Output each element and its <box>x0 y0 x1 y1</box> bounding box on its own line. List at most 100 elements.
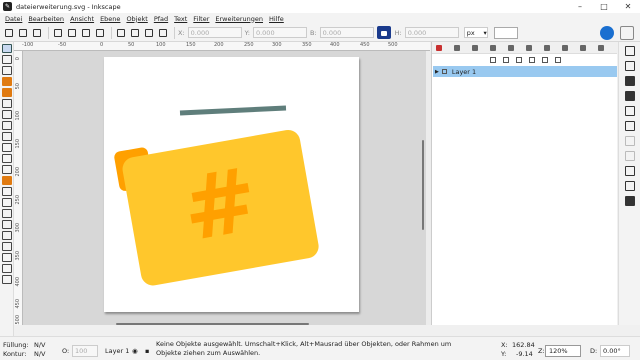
menu-layer[interactable]: Ebene <box>100 15 120 23</box>
tab-document-icon[interactable] <box>544 44 550 51</box>
spray-tool-icon[interactable] <box>1 242 12 251</box>
pencil-tool-icon[interactable] <box>1 143 12 152</box>
select-all-icon[interactable] <box>3 27 15 39</box>
ruler-tick: 250 <box>244 42 254 48</box>
expand-arrow-icon[interactable]: ▶ <box>435 69 439 75</box>
tab-layers-icon[interactable] <box>436 44 442 51</box>
menu-filters[interactable]: Filter <box>193 15 209 23</box>
canvas-area[interactable]: # <box>23 51 426 325</box>
cut-icon[interactable] <box>624 181 635 191</box>
paint-bucket-tool-icon[interactable] <box>1 209 12 218</box>
vertical-scrollbar[interactable] <box>422 140 424 230</box>
rotate-ccw-icon[interactable] <box>52 27 64 39</box>
add-layer-icon[interactable] <box>490 57 496 63</box>
rotation-input[interactable]: 0.00° <box>600 345 630 357</box>
raise-to-top-icon[interactable] <box>115 27 127 39</box>
tab-export-icon[interactable] <box>598 44 604 51</box>
ruler-tick: 200 <box>214 42 224 48</box>
folder-artwork: # <box>114 105 319 286</box>
tab-transform-icon[interactable] <box>472 44 478 51</box>
rectangle-tool-icon[interactable] <box>1 77 12 86</box>
new-document-icon[interactable] <box>624 46 635 56</box>
tab-swatches-icon[interactable] <box>562 44 568 51</box>
pen-tool-icon[interactable] <box>1 132 12 141</box>
snap-toggle-icon[interactable] <box>600 26 614 40</box>
eye-icon[interactable]: ◉ <box>132 347 138 355</box>
tab-text-icon[interactable] <box>508 44 514 51</box>
zoom-tool-icon[interactable] <box>1 264 12 273</box>
spiral-tool-icon[interactable] <box>1 121 12 130</box>
move-down-icon[interactable] <box>516 57 522 63</box>
lock-ratio-button[interactable] <box>376 26 391 39</box>
width-input[interactable] <box>319 27 374 38</box>
lock-small-icon[interactable]: ▪ <box>145 347 149 355</box>
view-options-icon[interactable] <box>620 26 634 40</box>
eraser-tool-icon[interactable] <box>1 220 12 229</box>
tab-fill-stroke-icon[interactable] <box>454 44 460 51</box>
maximize-button[interactable]: □ <box>592 0 616 13</box>
flip-vertical-icon[interactable] <box>94 27 106 39</box>
lower-icon[interactable] <box>143 27 155 39</box>
menu-extensions[interactable]: Erweiterungen <box>215 15 263 23</box>
delete-layer-icon[interactable] <box>529 57 535 63</box>
3dbox-tool-icon[interactable] <box>1 110 12 119</box>
menu-edit[interactable]: Bearbeiten <box>28 15 64 23</box>
menu-view[interactable]: Ansicht <box>70 15 94 23</box>
tweak-tool-icon[interactable] <box>1 66 12 75</box>
save-icon[interactable] <box>624 76 635 86</box>
layer-row[interactable]: ▶ Layer 1 <box>433 66 617 77</box>
zoom-input[interactable]: 120% <box>545 345 581 357</box>
lower-to-bottom-icon[interactable] <box>157 27 169 39</box>
dropper-tool-icon[interactable] <box>1 198 12 207</box>
unit-select[interactable]: px ▾ <box>463 27 488 38</box>
snap-options-button[interactable] <box>493 26 518 39</box>
menu-file[interactable]: Datei <box>5 15 22 23</box>
ellipse-tool-icon[interactable] <box>1 88 12 97</box>
x-input[interactable] <box>187 27 242 38</box>
move-up-icon[interactable] <box>503 57 509 63</box>
text-tool-icon[interactable] <box>1 165 12 174</box>
print-icon[interactable] <box>624 91 635 101</box>
redo-icon[interactable] <box>624 151 635 161</box>
menu-text[interactable]: Text <box>174 15 187 23</box>
layer-lock-icon[interactable] <box>441 69 447 74</box>
open-file-icon[interactable] <box>624 61 635 71</box>
copy-icon[interactable] <box>624 166 635 176</box>
pages-tool-icon[interactable] <box>1 275 12 284</box>
select-all-layers-icon[interactable] <box>17 27 29 39</box>
document-page[interactable]: # <box>104 57 359 312</box>
node-tool-icon[interactable] <box>1 55 12 64</box>
close-window-button[interactable]: ✕ <box>616 0 640 13</box>
menu-path[interactable]: Pfad <box>154 15 168 23</box>
height-input[interactable] <box>404 27 459 38</box>
search-icon[interactable] <box>555 57 561 63</box>
export-icon[interactable] <box>624 121 635 131</box>
tab-symbols-icon[interactable] <box>580 44 586 51</box>
gradient-tool-icon[interactable] <box>1 176 12 185</box>
tab-xml-icon[interactable] <box>526 44 532 51</box>
deselect-icon[interactable] <box>31 27 43 39</box>
minimize-button[interactable]: – <box>568 0 592 13</box>
flip-horizontal-icon[interactable] <box>80 27 92 39</box>
undo-icon[interactable] <box>624 136 635 146</box>
menu-object[interactable]: Objekt <box>126 15 147 23</box>
menu-help[interactable]: Hilfe <box>269 15 284 23</box>
stroke-value[interactable]: N/V <box>34 350 46 358</box>
opacity-input[interactable]: 100 <box>72 345 98 357</box>
selector-tool-icon[interactable] <box>1 44 12 53</box>
current-layer[interactable]: Layer 1 <box>105 347 129 355</box>
import-icon[interactable] <box>624 106 635 116</box>
rotate-cw-icon[interactable] <box>66 27 78 39</box>
tab-align-icon[interactable] <box>490 44 496 51</box>
paste-icon[interactable] <box>624 196 635 206</box>
horizontal-scrollbar[interactable] <box>116 323 309 325</box>
layer-settings-icon[interactable] <box>542 57 548 63</box>
measure-tool-icon[interactable] <box>1 253 12 262</box>
calligraphy-tool-icon[interactable] <box>1 154 12 163</box>
y-input[interactable] <box>252 27 307 38</box>
raise-icon[interactable] <box>129 27 141 39</box>
star-tool-icon[interactable] <box>1 99 12 108</box>
mesh-tool-icon[interactable] <box>1 187 12 196</box>
fill-value[interactable]: N/V <box>34 341 46 349</box>
connector-tool-icon[interactable] <box>1 231 12 240</box>
